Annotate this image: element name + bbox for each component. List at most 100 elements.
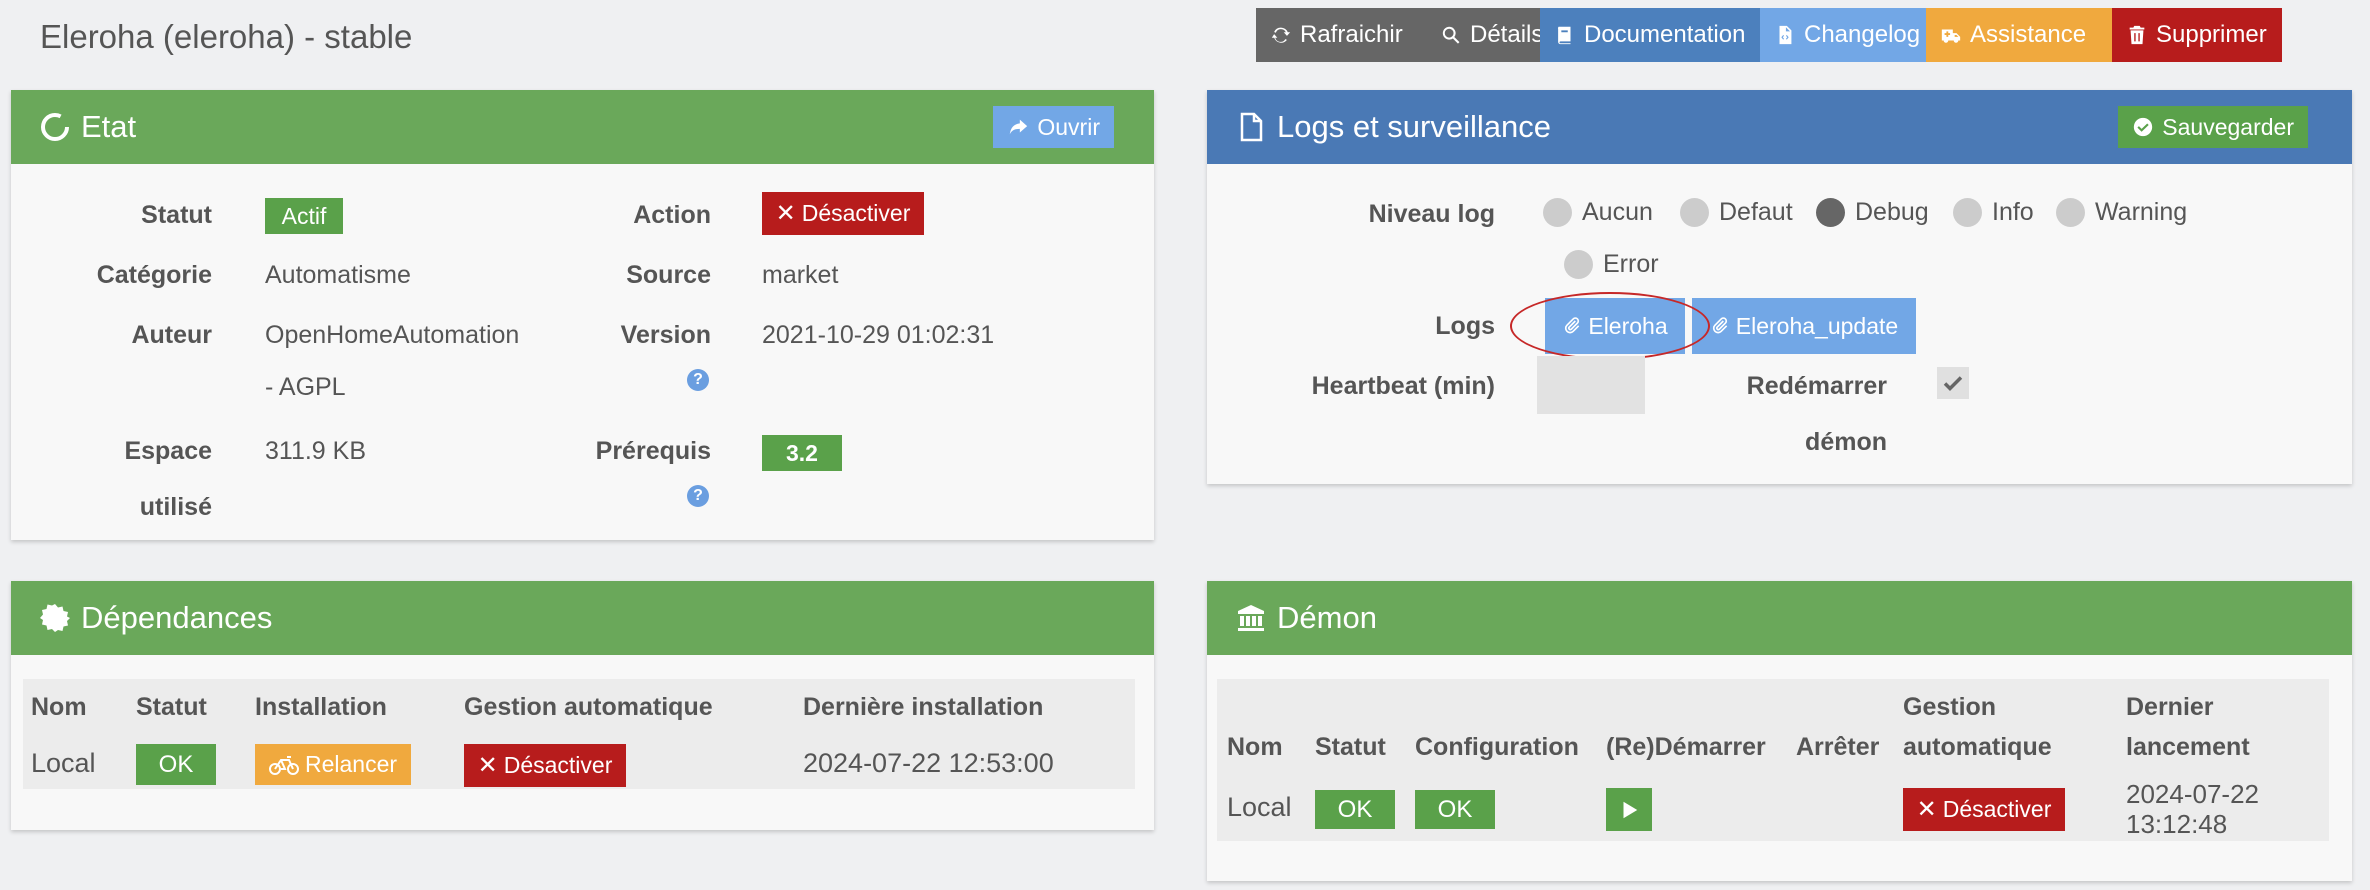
documentation-button[interactable]: Documentation (1540, 8, 1760, 62)
assistance-label: Assistance (1970, 21, 2087, 48)
col-statut: Statut (136, 693, 207, 721)
col-dernier: Dernier (2126, 693, 2214, 721)
level-label: Error (1603, 250, 1659, 278)
categorie-value: Automatisme (265, 261, 411, 289)
version-label: Version (620, 321, 711, 349)
start-daemon-button[interactable] (1606, 788, 1652, 831)
annotation-circle (1510, 292, 1710, 360)
share-icon (1010, 119, 1028, 135)
delete-label: Supprimer (2156, 21, 2267, 48)
version-help-icon[interactable]: ? (687, 369, 709, 391)
logs-header: Logs et surveillance Sauvegarder (1207, 90, 2352, 164)
save-label: Sauvegarder (2162, 113, 2294, 140)
niveau-log-label: Niveau log (1368, 200, 1495, 228)
deactivate-button[interactable]: ✕ Désactiver (762, 192, 924, 235)
demon-last-launch-date: 2024-07-22 (2126, 779, 2259, 809)
demon-panel: Démon Nom Statut Configuration (Re)Démar… (1207, 581, 2352, 881)
details-label: Détails (1470, 21, 1544, 48)
demon-deactivate-button[interactable]: ✕ Désactiver (1903, 788, 2065, 831)
radio-dot (1543, 198, 1572, 227)
col-nom: Nom (31, 693, 87, 721)
heartbeat-input[interactable] (1537, 356, 1645, 414)
version-value: 2021-10-29 01:02:31 (762, 321, 995, 349)
col-configuration: Configuration (1415, 733, 1579, 761)
col-gestion-2: automatique (1903, 733, 2052, 761)
col-derniere: Dernière installation (803, 693, 1044, 721)
dep-row-nom: Local (31, 748, 96, 778)
save-button[interactable]: Sauvegarder (2118, 106, 2308, 148)
level-option-info[interactable]: Info (1953, 198, 2034, 227)
spinner-icon (41, 113, 69, 141)
close-icon: ✕ (775, 200, 796, 227)
auteur-value: OpenHomeAutomation (265, 321, 520, 349)
level-label: Defaut (1719, 198, 1793, 226)
refresh-button[interactable]: Rafraichir (1256, 8, 1428, 62)
demon-row-nom: Local (1227, 792, 1292, 822)
delete-button[interactable]: Supprimer (2112, 8, 2282, 62)
play-icon (1623, 801, 1638, 818)
bicycle-icon (268, 755, 299, 775)
espace-label: Espace (124, 437, 212, 465)
logs-panel: Logs et surveillance Sauvegarder Niveau … (1207, 90, 2352, 484)
dependances-header: Dépendances (11, 581, 1154, 655)
demon-deactivate-label: Désactiver (1942, 796, 2052, 822)
paperclip-icon (1712, 317, 1728, 334)
radio-dot-selected (1816, 198, 1845, 227)
level-option-error[interactable]: Error (1564, 250, 1659, 279)
demon-config-badge: OK (1415, 790, 1495, 829)
deactivate-label: Désactiver (801, 200, 911, 226)
bank-icon (1238, 605, 1264, 631)
col-installation: Installation (255, 693, 387, 721)
file-code-icon (1779, 25, 1792, 45)
restart-daemon-label-2: démon (1805, 428, 1887, 456)
close-icon: ✕ (1916, 796, 1937, 823)
radio-dot (1564, 250, 1593, 279)
check-circle-icon (2134, 117, 2153, 137)
level-label: Info (1992, 198, 2034, 226)
level-option-warning[interactable]: Warning (2056, 198, 2187, 227)
toolbar: Rafraichir Détails Documentation Changel… (1256, 8, 2282, 62)
col-statut: Statut (1315, 733, 1386, 761)
level-label: Debug (1855, 198, 1929, 226)
espace-label-2: utilisé (139, 493, 212, 521)
etat-title: Etat (81, 109, 137, 144)
etat-header: Etat Ouvrir (11, 90, 1154, 164)
dependances-panel: Dépendances Nom Statut Installation Gest… (11, 581, 1154, 830)
refresh-label: Rafraichir (1300, 21, 1403, 48)
changelog-button[interactable]: Changelog (1760, 8, 1926, 62)
demon-title: Démon (1277, 600, 1377, 635)
action-label: Action (633, 201, 711, 229)
restart-daemon-checkbox[interactable] (1937, 367, 1969, 399)
prerequis-badge: 3.2 (762, 435, 842, 471)
open-label: Ouvrir (1037, 113, 1100, 140)
book-icon (1557, 26, 1571, 45)
dep-deactivate-button[interactable]: ✕ Désactiver (464, 744, 626, 787)
level-label: Aucun (1582, 198, 1653, 226)
level-option-aucun[interactable]: Aucun (1543, 198, 1653, 227)
file-icon (1240, 112, 1263, 142)
col-redemarrer: (Re)Démarrer (1606, 733, 1766, 761)
source-value: market (762, 261, 839, 289)
prerequis-help-icon[interactable]: ? (687, 485, 709, 507)
documentation-label: Documentation (1584, 21, 1746, 48)
auteur-label: Auteur (131, 321, 212, 349)
log-eleroha-update-button[interactable]: Eleroha_update (1692, 298, 1916, 354)
level-label: Warning (2095, 198, 2188, 226)
demon-header: Démon (1207, 581, 2352, 655)
prerequis-label: Prérequis (595, 437, 711, 465)
demon-last-launch-time: 13:12:48 (2126, 809, 2228, 839)
col-arreter: Arrêter (1796, 733, 1880, 761)
level-option-debug[interactable]: Debug (1816, 198, 1929, 227)
col-gestion: Gestion automatique (464, 693, 713, 721)
etat-panel: Etat Ouvrir Statut Actif Action ✕ Désact… (11, 90, 1154, 540)
logs-title: Logs et surveillance (1277, 109, 1551, 144)
demon-status-badge: OK (1315, 790, 1395, 829)
assistance-button[interactable]: Assistance (1926, 8, 2112, 62)
dependances-title: Dépendances (81, 600, 273, 635)
open-button[interactable]: Ouvrir (993, 106, 1114, 148)
details-button[interactable]: Détails (1428, 8, 1544, 62)
dep-deactivate-label: Désactiver (503, 752, 613, 778)
relaunch-button[interactable]: Relancer (255, 744, 411, 785)
level-option-defaut[interactable]: Defaut (1680, 198, 1793, 227)
radio-dot (2056, 198, 2085, 227)
